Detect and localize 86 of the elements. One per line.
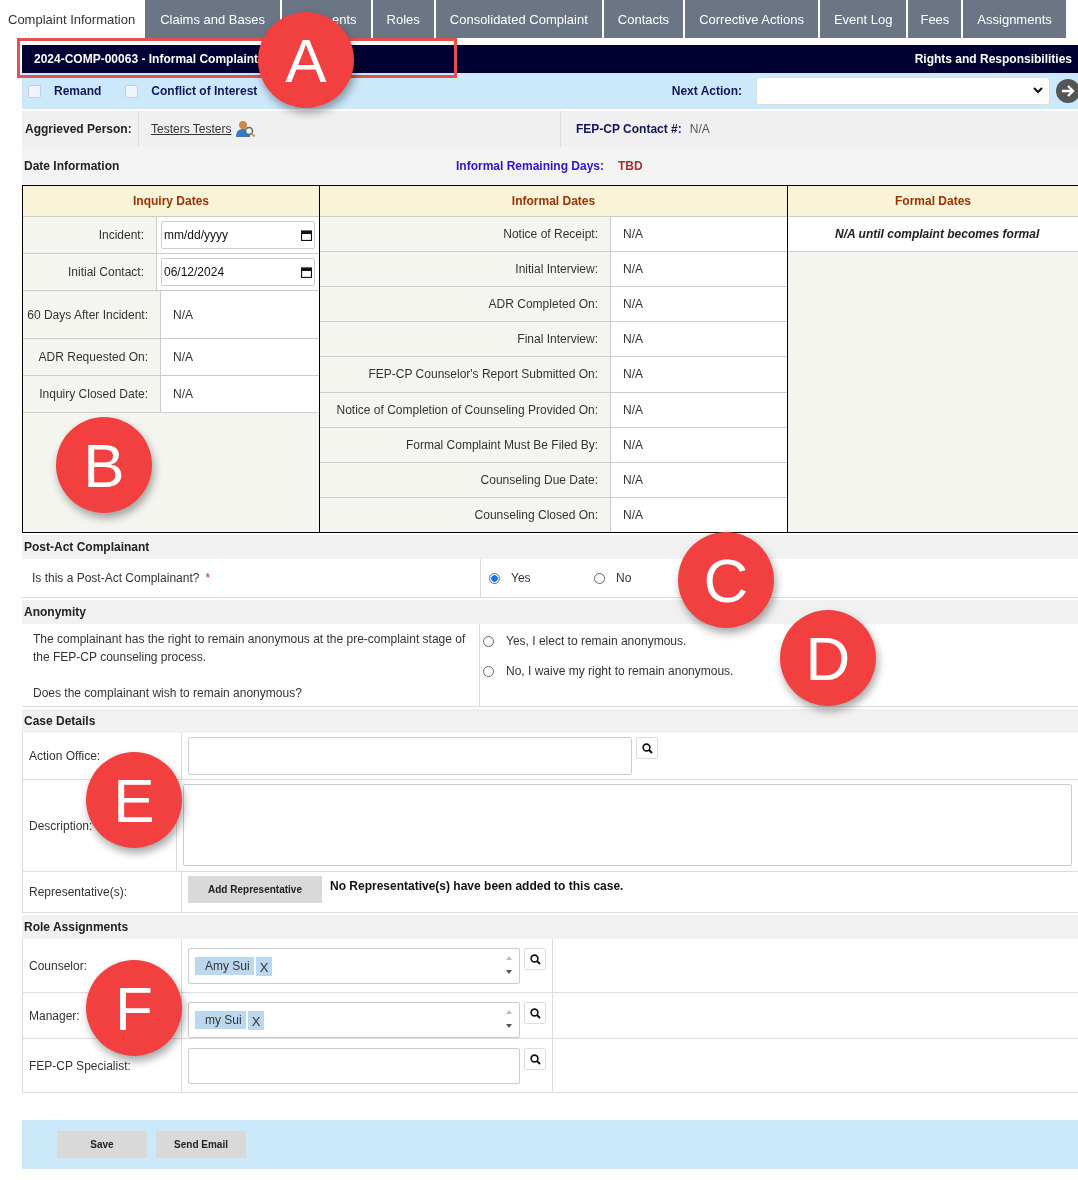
- column-header: Formal Dates: [788, 186, 1078, 217]
- person-picker-field[interactable]: Amy Sui X: [188, 948, 521, 984]
- tab[interactable]: Roles: [372, 0, 436, 38]
- person-search-icon[interactable]: [236, 120, 257, 138]
- date-value: N/A: [611, 427, 787, 462]
- radio-label: No, I waive my right to remain anonymous.: [506, 664, 734, 678]
- date-field[interactable]: 06/12/2024: [161, 258, 315, 286]
- search-icon[interactable]: [529, 1007, 541, 1019]
- required-mark: *: [205, 571, 211, 585]
- date-value: N/A: [611, 497, 787, 532]
- search-button[interactable]: [524, 948, 546, 970]
- field-label: Description:: [29, 818, 93, 833]
- date-value: N/A: [172, 387, 193, 401]
- person-link[interactable]: Testers Testers: [151, 122, 232, 136]
- rights-link[interactable]: Rights and Responsibilities: [914, 52, 1072, 66]
- date-value: N/A: [172, 307, 193, 322]
- remaining-days-value: TBD: [618, 159, 643, 173]
- section-title: Date Information: [23, 159, 121, 173]
- date-value: N/A: [611, 392, 787, 427]
- arrow-right-icon[interactable]: [1056, 79, 1078, 103]
- person-picker-field[interactable]: my Sui X: [188, 1002, 521, 1038]
- date-value: N/A: [611, 217, 787, 252]
- radio-label: Yes, I elect to remain anonymous.: [506, 634, 687, 648]
- tab[interactable]: Corrective Actions: [685, 0, 820, 38]
- field-label: Action Office:: [29, 749, 101, 763]
- remove-button[interactable]: X: [247, 1010, 265, 1030]
- radio-button[interactable]: [489, 572, 500, 584]
- checkbox[interactable]: [125, 84, 139, 98]
- contact-value: N/A: [689, 122, 710, 136]
- field-label: Manager:: [29, 1008, 80, 1023]
- checkbox-label: Conflict of Interest: [151, 84, 258, 98]
- anonymity-text: The complainant has the right to remain anonymous at the pre-complaint stage of the FEP-CP counseling process.: [33, 631, 467, 666]
- date-value: N/A: [611, 252, 787, 287]
- field-label: Counselor:: [29, 958, 88, 973]
- representatives-note: No Representative(s) have been added to this case.: [330, 878, 624, 893]
- calendar-icon[interactable]: [301, 229, 312, 241]
- remove-button[interactable]: X: [255, 956, 273, 976]
- description-field[interactable]: [183, 784, 1072, 866]
- checkbox[interactable]: [28, 84, 41, 98]
- tab[interactable]: Assignments: [963, 0, 1068, 38]
- radio-label: No: [616, 571, 632, 585]
- callout-badge: F: [86, 960, 182, 1056]
- checkbox-label: Remand: [54, 84, 102, 98]
- person-picker-field[interactable]: [188, 1048, 521, 1084]
- person-chip: Amy Sui: [195, 957, 254, 975]
- search-button[interactable]: [636, 737, 658, 759]
- date-value: N/A: [611, 462, 787, 497]
- section-header: Role Assignments: [22, 915, 1078, 939]
- footer-button[interactable]: Send Email: [156, 1131, 246, 1158]
- chevron-icon: [1033, 87, 1043, 94]
- search-button[interactable]: [524, 1048, 546, 1070]
- person-chip: my Sui: [195, 1011, 246, 1029]
- tab[interactable]: Contacts: [603, 0, 686, 38]
- section-header: Post-Act Complainant: [22, 535, 1078, 559]
- radio-button[interactable]: [594, 572, 605, 584]
- footer-button[interactable]: Save: [57, 1131, 147, 1158]
- tab[interactable]: Consolidated Complaint: [435, 0, 604, 38]
- tab[interactable]: Event Log: [819, 0, 909, 38]
- date-value: N/A: [611, 287, 787, 322]
- remaining-days-label: Informal Remaining Days:: [456, 159, 605, 173]
- next-action-label: Next Action:: [671, 84, 742, 98]
- action-office-field[interactable]: [188, 737, 632, 775]
- search-icon[interactable]: [641, 742, 653, 754]
- radio-button[interactable]: [483, 635, 494, 647]
- field-label: FEP-CP Specialist:: [29, 1058, 131, 1073]
- section-header: Case Details: [22, 709, 1078, 733]
- tab[interactable]: Fees: [908, 0, 964, 38]
- search-button[interactable]: [524, 1002, 546, 1024]
- column-header: Informal Dates: [320, 186, 787, 217]
- add-representative-button[interactable]: Add Representative: [188, 876, 322, 903]
- date-field[interactable]: mm/dd/yyyy: [161, 221, 315, 249]
- tab[interactable]: Claims and Bases: [145, 0, 282, 38]
- question-text: Is this a Post-Act Complainant?: [32, 571, 200, 585]
- question-text: Does the complainant wish to remain anonymous?: [33, 685, 303, 702]
- radio-button[interactable]: [483, 665, 494, 677]
- calendar-icon[interactable]: [301, 266, 312, 278]
- date-value: N/A: [611, 322, 787, 357]
- radio-label: Yes: [511, 571, 531, 585]
- search-icon[interactable]: [529, 953, 541, 965]
- case-title: 2024-COMP-00063 - Informal Complaint: [34, 52, 259, 66]
- field-label: Representative(s):: [29, 885, 128, 899]
- formal-note: N/A until complaint becomes formal: [835, 227, 1040, 241]
- date-value: N/A: [172, 350, 193, 364]
- date-value: N/A: [611, 357, 787, 392]
- search-icon[interactable]: [529, 1053, 541, 1065]
- column-header: Inquiry Dates: [23, 186, 319, 217]
